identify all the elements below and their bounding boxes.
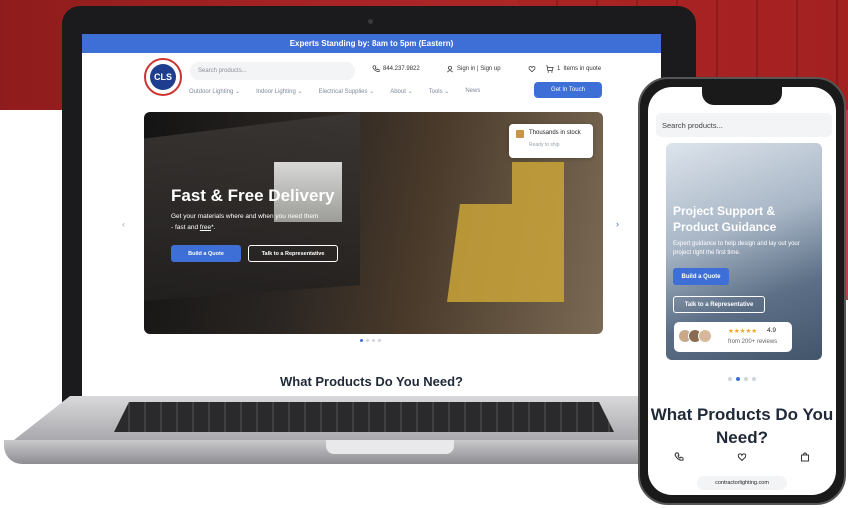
cart-icon (545, 65, 554, 73)
quote-label: Items in quote (563, 66, 602, 72)
mobile-search-input[interactable]: Search products... (656, 113, 832, 137)
quote-bag-icon[interactable] (800, 452, 810, 465)
get-in-touch-button[interactable]: Get In Touch (534, 82, 602, 98)
heart-icon (528, 66, 536, 73)
stock-badge: Thousands in stock Ready to ship (509, 124, 593, 158)
mobile-build-quote-button[interactable]: Build a Quote (673, 268, 729, 285)
rating-stars: ★★★★★ (728, 328, 758, 335)
hero-subtitle: Get your materials where and when you ne… (171, 213, 319, 231)
stock-title: Thousands in stock (529, 130, 581, 136)
mobile-hero-subtitle: Expert guidance to help design and lay o… (673, 241, 800, 256)
talk-to-rep-button[interactable]: Talk to a Representative (248, 245, 338, 262)
site-logo[interactable]: CLS (144, 58, 182, 96)
carousel-dot[interactable] (728, 377, 732, 381)
account-label: Sign in | Sign up (457, 66, 501, 72)
carousel-dot[interactable] (366, 339, 369, 342)
phone-device: Search products... Project Support & Pro… (638, 77, 846, 505)
mobile-bottom-nav (648, 452, 836, 465)
mobile-hero-title: Project Support & Product Guidance (673, 204, 777, 234)
rating-reviews: from 200+ reviews (728, 339, 778, 345)
hero-title: Fast & Free Delivery (171, 186, 335, 205)
account-link[interactable]: Sign in | Sign up (446, 65, 501, 73)
carousel-dot[interactable] (378, 339, 381, 342)
nav-tools[interactable]: Tools ⌄ (429, 88, 450, 95)
build-quote-button[interactable]: Build a Quote (171, 245, 241, 262)
section-title: What Products Do You Need? (280, 374, 463, 389)
nav-electrical-supplies[interactable]: Electrical Supplies ⌄ (318, 88, 374, 95)
box-icon (516, 130, 524, 138)
phone-notch (702, 87, 782, 105)
phone-icon (372, 65, 380, 72)
nav-about[interactable]: About ⌄ (390, 88, 412, 95)
rating-score: 4.9 (767, 327, 777, 334)
nav-outdoor-lighting[interactable]: Outdoor Lighting ⌄ (189, 88, 240, 95)
carousel-dot[interactable] (736, 377, 740, 381)
main-nav: Outdoor Lighting ⌄ Indoor Lighting ⌄ Ele… (189, 88, 480, 95)
phone-link[interactable]: 844.237.9822 (372, 65, 420, 73)
carousel-dots (360, 339, 381, 342)
quote-cart-link[interactable]: 1 Items in quote (545, 65, 601, 73)
laptop-notch (326, 440, 454, 454)
logo-mark: CLS (150, 64, 176, 90)
laptop-camera (368, 19, 373, 24)
carousel-next-icon[interactable]: › (616, 219, 619, 229)
reviewer-avatars (678, 329, 712, 343)
stock-subtitle: Ready to ship (529, 142, 560, 148)
nav-news[interactable]: News (465, 88, 480, 95)
announcement-bar: Experts Standing by: 8am to 5pm (Eastern… (82, 34, 661, 53)
heart-icon[interactable] (737, 452, 747, 465)
quote-count: 1 (557, 66, 561, 72)
phone-number: 844.237.9822 (383, 66, 420, 72)
laptop-screen: Experts Standing by: 8am to 5pm (Eastern… (82, 34, 661, 396)
carousel-dot[interactable] (744, 377, 748, 381)
carousel-prev-icon[interactable]: ‹ (122, 219, 125, 229)
search-input[interactable]: Search products... (190, 62, 355, 80)
favorites-link[interactable] (528, 65, 536, 73)
carousel-dot[interactable] (360, 339, 363, 342)
nav-indoor-lighting[interactable]: Indoor Lighting ⌄ (256, 88, 302, 95)
user-icon (446, 65, 454, 73)
phone-screen: Search products... Project Support & Pro… (648, 87, 836, 495)
mobile-section-title: What Products Do You Need? (650, 405, 834, 447)
mobile-carousel-dots (728, 377, 756, 381)
site-header: CLS Search products... 844.237.9822 Sign… (82, 53, 661, 109)
mobile-talk-to-rep-button[interactable]: Talk to a Representative (673, 296, 765, 313)
carousel-dot[interactable] (752, 377, 756, 381)
rating-card: ★★★★★ 4.9 from 200+ reviews (674, 322, 792, 352)
forklift-image (447, 162, 564, 302)
carousel-dot[interactable] (372, 339, 375, 342)
phone-icon[interactable] (674, 452, 684, 465)
laptop-base (4, 396, 720, 476)
laptop-keyboard (114, 402, 614, 432)
free-shipping-link[interactable]: free (200, 224, 211, 231)
url-bar[interactable]: contractorlighting.com (697, 476, 787, 490)
avatar (698, 329, 712, 343)
mobile-hero-banner: Project Support & Product Guidance Exper… (666, 143, 822, 360)
